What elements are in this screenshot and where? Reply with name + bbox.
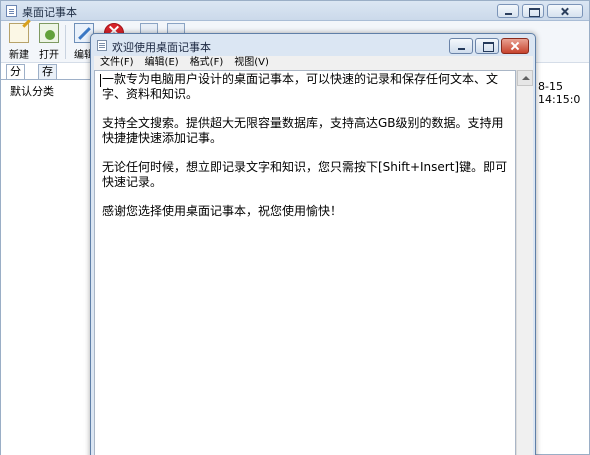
note-minimize-button[interactable] [449,38,473,54]
category-sidebar: 默认分类 [1,79,93,455]
text-caret [100,74,101,87]
note-paragraph: 无论任何时候，想立即记录文字和知识，您只需按下[Shift+Insert]键。即… [102,160,508,189]
open-note-icon [39,23,59,43]
open-button-label: 打开 [39,50,59,61]
menu-edit[interactable]: 编辑(E) [139,56,184,70]
main-window-controls [497,4,583,18]
note-content: 一款专为电脑用户设计的桌面记事本，可以快速的记录和保存任何文本、文字、资料和知识… [102,72,514,233]
notepad-app-icon [6,5,17,17]
note-window-title: 欢迎使用桌面记事本 [112,41,211,54]
main-maximize-button[interactable] [522,4,544,18]
main-title-bar[interactable]: 桌面记事本 [1,1,589,21]
note-paragraph: 支持全文搜索。提供超大无限容量数据库，支持高达GB级别的数据。支持用快捷捷快速添… [102,116,504,145]
note-paragraph: 感谢您选择使用桌面记事本，祝您使用愉快！ [102,204,343,218]
document-icon [97,40,107,51]
main-close-button[interactable] [547,4,583,18]
new-button-label: 新建 [9,50,29,61]
note-list-date: 8-15 14:15:0 [538,80,581,106]
main-window-title: 桌面记事本 [22,6,77,19]
main-minimize-button[interactable] [497,4,519,18]
note-window: 欢迎使用桌面记事本 文件(F) 编辑(E) 格式(F) 视图(V) 一款专为电脑… [90,33,536,455]
note-menubar: 文件(F) 编辑(E) 格式(F) 视图(V) [94,56,533,70]
note-paragraph: 一款专为电脑用户设计的桌面记事本，可以快速的记录和保存任何文本、文字、资料和知识… [102,72,499,101]
menu-file[interactable]: 文件(F) [94,56,139,70]
menu-format[interactable]: 格式(F) [184,56,229,70]
note-window-controls [449,38,529,54]
note-close-button[interactable] [501,38,529,54]
sidebar-item-default[interactable]: 默认分类 [10,83,54,99]
toolbar-separator [65,25,66,59]
menu-view[interactable]: 视图(V) [228,56,274,70]
new-note-icon [9,23,29,43]
editor-vertical-scrollbar[interactable] [516,70,533,455]
sidebar-item-label: 默认分类 [10,85,54,98]
tab-category[interactable]: 分类 [6,64,25,92]
scroll-up-arrow-icon[interactable] [517,70,533,86]
open-button[interactable]: 打开 [34,23,64,61]
note-title-bar[interactable]: 欢迎使用桌面记事本 [91,34,535,56]
note-maximize-button[interactable] [475,38,499,54]
note-text-editor[interactable]: 一款专为电脑用户设计的桌面记事本，可以快速的记录和保存任何文本、文字、资料和知识… [94,70,516,455]
new-button[interactable]: 新建 [4,23,34,61]
tab-archive[interactable]: 存档 [38,64,57,92]
